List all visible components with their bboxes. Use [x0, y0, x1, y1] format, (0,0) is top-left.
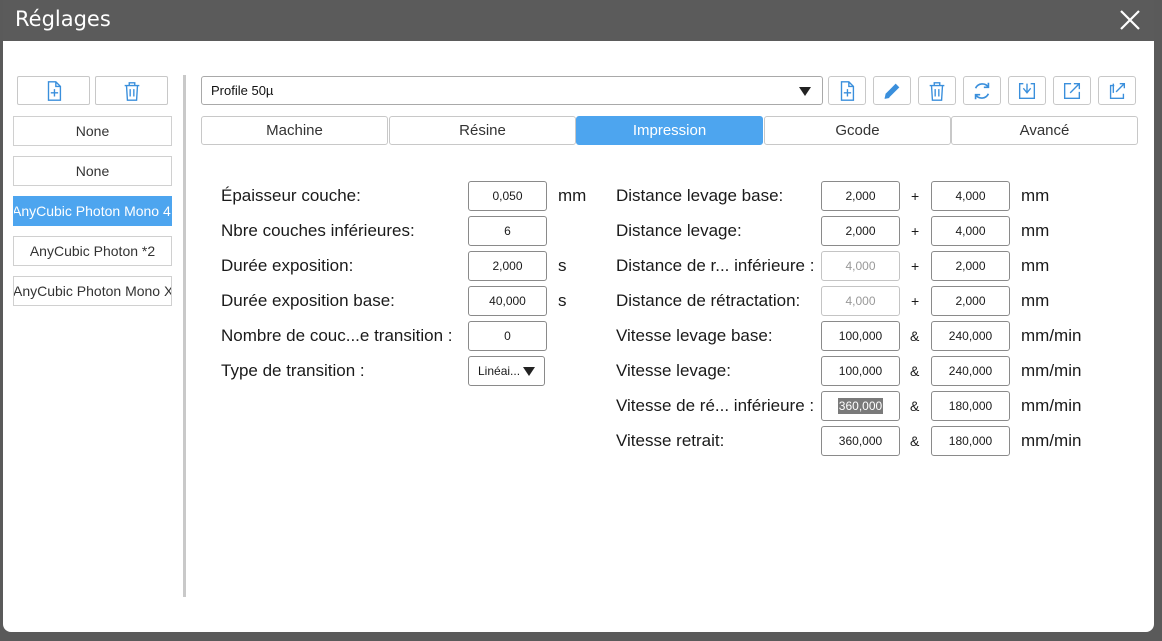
tab-gcode[interactable]: Gcode	[764, 116, 951, 145]
selected-text: 360,000	[837, 398, 884, 414]
transition-type-select[interactable]: Linéai...	[468, 356, 545, 386]
printer-list-item[interactable]: AnyCubic Photon Mono X	[13, 276, 172, 306]
bottom-exposure-label: Durée exposition base:	[221, 291, 395, 310]
bottom-exposure-unit: s	[558, 291, 567, 310]
ampersand-sign: &	[910, 328, 920, 344]
bottom-lift-speed-label: Vitesse levage base:	[616, 326, 773, 345]
title-bar: Réglages	[3, 0, 1154, 41]
bottom-exposure-input[interactable]: 40,000	[468, 286, 547, 316]
bottom-lift-distance-input-2[interactable]: 4,000	[931, 181, 1010, 211]
layer-thickness-label: Épaisseur couche:	[221, 186, 361, 205]
transition-layers-label: Nombre de couc...e transition :	[221, 326, 453, 345]
export-all-profiles-button[interactable]	[1098, 76, 1136, 105]
lift-distance-unit: mm	[1021, 221, 1050, 240]
new-file-icon	[47, 80, 61, 101]
layer-thickness-unit: mm	[558, 186, 587, 205]
close-button[interactable]	[1114, 4, 1146, 36]
tab-machine[interactable]: Machine	[201, 116, 388, 145]
bottom-retract-distance-input-1[interactable]: 4,000	[821, 251, 900, 281]
bottom-retract-distance-input-2[interactable]: 2,000	[931, 251, 1010, 281]
lift-distance-label: Distance levage:	[616, 221, 742, 240]
import-icon	[1018, 82, 1036, 99]
panel-divider	[183, 75, 186, 597]
profile-select-value: Profile 50µ	[211, 83, 274, 98]
profile-select[interactable]: Profile 50µ	[201, 76, 823, 105]
reset-profile-button[interactable]	[963, 76, 1001, 105]
bottom-lift-distance-unit: mm	[1021, 186, 1050, 205]
bottom-layers-input[interactable]: 6	[468, 216, 547, 246]
bottom-lift-distance-input-1[interactable]: 2,000	[821, 181, 900, 211]
close-icon	[1120, 10, 1140, 30]
lift-distance-input-2[interactable]: 4,000	[931, 216, 1010, 246]
printer-list-item[interactable]: None	[13, 116, 172, 146]
retract-speed-unit: mm/min	[1021, 431, 1082, 450]
printer-list-item-selected[interactable]: AnyCubic Photon Mono 4K	[13, 196, 172, 226]
delete-profile-button[interactable]	[918, 76, 956, 105]
window-title: Réglages	[15, 7, 111, 31]
chevron-down-icon	[523, 367, 535, 376]
chevron-down-icon	[799, 87, 811, 96]
retract-distance-unit: mm	[1021, 291, 1050, 310]
lift-distance-input-1[interactable]: 2,000	[821, 216, 900, 246]
pencil-icon	[884, 83, 900, 99]
trash-icon	[124, 81, 139, 101]
lift-speed-input-1[interactable]: 100,000	[821, 356, 900, 386]
export-all-icon	[1109, 82, 1126, 99]
printer-list-item-label: AnyCubic Photon Mono X	[13, 283, 172, 299]
retract-speed-label: Vitesse retrait:	[616, 431, 725, 450]
retract-distance-input-1[interactable]: 4,000	[821, 286, 900, 316]
plus-sign: +	[911, 293, 920, 309]
layer-thickness-input[interactable]: 0,050	[468, 181, 547, 211]
bottom-retract-speed-input-2[interactable]: 180,000	[931, 391, 1010, 421]
retract-distance-input-2[interactable]: 2,000	[931, 286, 1010, 316]
lift-speed-input-2[interactable]: 240,000	[931, 356, 1010, 386]
plus-sign: +	[911, 258, 920, 274]
plus-sign: +	[911, 188, 920, 204]
settings-window: Réglages None None AnyCubic Photon Mono …	[3, 0, 1154, 632]
import-profile-button[interactable]	[1008, 76, 1046, 105]
tab-resine[interactable]: Résine	[389, 116, 576, 145]
ampersand-sign: &	[910, 363, 920, 379]
trash-icon	[929, 81, 945, 101]
bottom-retract-speed-unit: mm/min	[1021, 396, 1082, 415]
export-profile-button[interactable]	[1053, 76, 1091, 105]
tab-avance[interactable]: Avancé	[951, 116, 1138, 145]
exposure-time-unit: s	[558, 256, 567, 275]
bottom-lift-distance-label: Distance levage base:	[616, 186, 784, 205]
printer-list-item[interactable]: AnyCubic Photon *2	[13, 236, 172, 266]
ampersand-sign: &	[910, 433, 920, 449]
new-file-icon	[840, 80, 855, 101]
bottom-lift-speed-input-1[interactable]: 100,000	[821, 321, 900, 351]
new-profile-button[interactable]	[828, 76, 866, 105]
retract-speed-input-1[interactable]: 360,000	[821, 426, 900, 456]
exposure-time-label: Durée exposition:	[221, 256, 354, 275]
lift-speed-label: Vitesse levage:	[616, 361, 731, 380]
bottom-lift-speed-unit: mm/min	[1021, 326, 1082, 345]
retract-speed-input-2[interactable]: 180,000	[931, 426, 1010, 456]
bottom-retract-speed-input-1[interactable]: 360,000	[821, 391, 900, 421]
transition-layers-input[interactable]: 0	[468, 321, 547, 351]
bottom-layers-label: Nbre couches inférieures:	[221, 221, 415, 240]
transition-type-value: Linéai...	[478, 364, 521, 378]
plus-sign: +	[911, 223, 920, 239]
transition-type-label: Type de transition :	[221, 361, 365, 380]
ampersand-sign: &	[910, 398, 920, 414]
rename-profile-button[interactable]	[873, 76, 911, 105]
delete-printer-button[interactable]	[95, 76, 168, 105]
retract-distance-label: Distance de rétractation:	[616, 291, 801, 310]
tab-impression[interactable]: Impression	[576, 116, 763, 145]
printer-list-item[interactable]: None	[13, 156, 172, 186]
bottom-retract-distance-unit: mm	[1021, 256, 1050, 275]
exposure-time-input[interactable]: 2,000	[468, 251, 547, 281]
bottom-lift-speed-input-2[interactable]: 240,000	[931, 321, 1010, 351]
export-icon	[1063, 82, 1081, 99]
bottom-retract-distance-label: Distance de r... inférieure :	[616, 256, 815, 275]
bottom-retract-speed-label: Vitesse de ré... inférieure :	[616, 396, 815, 415]
refresh-icon	[974, 82, 990, 99]
printer-list-item-label: AnyCubic Photon Mono 4K	[13, 203, 172, 219]
add-printer-button[interactable]	[17, 76, 90, 105]
lift-speed-unit: mm/min	[1021, 361, 1082, 380]
